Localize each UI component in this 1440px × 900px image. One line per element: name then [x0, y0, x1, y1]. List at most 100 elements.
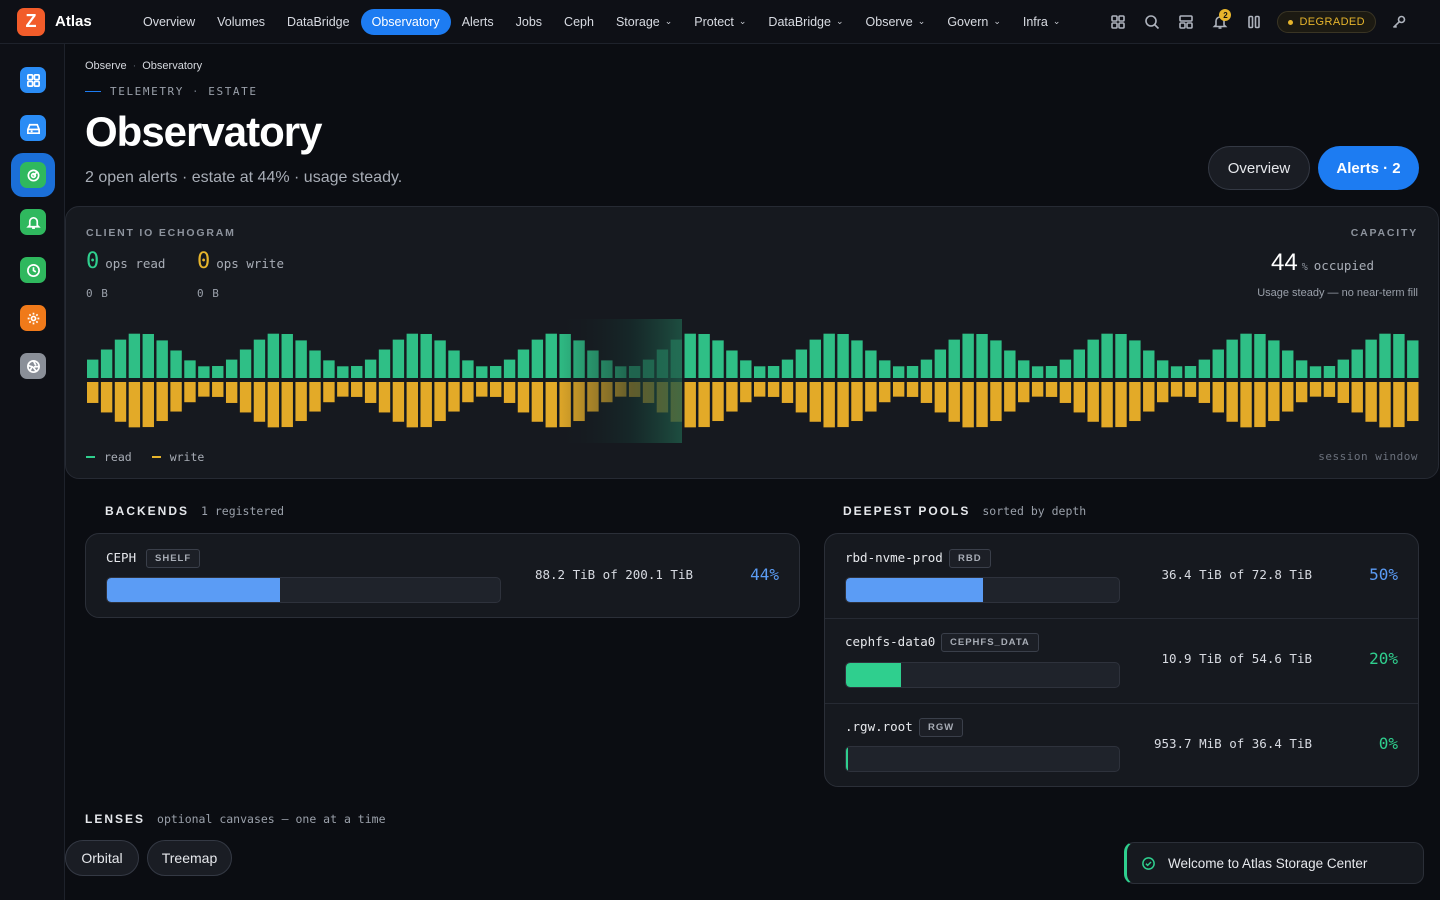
overview-button[interactable]: Overview — [1208, 146, 1310, 190]
layout-icon[interactable] — [1169, 5, 1203, 39]
nav-infra-menu[interactable]: Infra ⌄ — [1012, 9, 1072, 35]
read-bar — [795, 349, 808, 378]
read-bar — [837, 333, 849, 378]
read-bar — [851, 340, 863, 378]
nav-jobs[interactable]: Jobs — [505, 9, 553, 35]
write-bar — [1198, 382, 1211, 403]
sidebar-item-jobs[interactable] — [11, 248, 55, 292]
pool-amount: 10.9 TiB of 54.6 TiB — [1161, 651, 1312, 666]
write-bar — [1295, 382, 1308, 403]
write-bar — [503, 382, 516, 403]
sidebar-item-dashboard[interactable] — [11, 58, 55, 102]
capacity-word: occupied — [1313, 258, 1374, 273]
nav-overview[interactable]: Overview — [132, 9, 206, 35]
backend-tag: SHELF — [146, 549, 201, 568]
nav-volumes[interactable]: Volumes — [206, 9, 276, 35]
breadcrumb-observatory[interactable]: Observatory — [142, 60, 202, 72]
nav-label: Alerts — [461, 14, 494, 29]
nav-storage-menu[interactable]: Storage ⌄ — [605, 9, 683, 35]
sidebar-item-alerts[interactable] — [11, 200, 55, 244]
write-bar — [1282, 382, 1294, 412]
write-bar — [1087, 382, 1099, 422]
write-bar — [295, 382, 307, 422]
read-bar — [1156, 360, 1169, 378]
write-bar — [406, 382, 418, 428]
read-bar — [1365, 339, 1377, 378]
write-bar — [1031, 382, 1044, 397]
nav-label: Infra — [1022, 14, 1048, 29]
read-unit: ops read — [105, 256, 166, 271]
pool-name: .rgw.root — [845, 719, 913, 734]
read-bar — [142, 333, 154, 378]
read-bar — [1073, 349, 1085, 378]
write-bar — [892, 382, 905, 397]
grid-icon[interactable] — [1101, 5, 1135, 39]
read-bar — [1268, 340, 1280, 378]
read-bar — [684, 333, 696, 378]
nav-observatory[interactable]: Observatory — [360, 8, 451, 35]
echogram-chart — [87, 319, 1419, 443]
read-bar — [1295, 360, 1308, 378]
chevron-down-icon: ⌄ — [1052, 16, 1061, 26]
read-bar — [1240, 333, 1252, 378]
read-bar — [364, 359, 377, 378]
nav-databridge[interactable]: DataBridge — [276, 9, 361, 35]
write-bar — [212, 382, 224, 397]
write-bar — [740, 382, 752, 403]
nav-databridge-menu[interactable]: DataBridge ⌄ — [757, 9, 854, 35]
orbital-lens-button[interactable]: Orbital — [65, 840, 139, 876]
welcome-toast[interactable]: Welcome to Atlas Storage Center — [1124, 842, 1424, 884]
sidebar-item-settings[interactable] — [11, 296, 55, 340]
write-bar — [198, 382, 210, 397]
columns-icon[interactable] — [1237, 5, 1271, 39]
treemap-lens-button[interactable]: Treemap — [147, 840, 232, 876]
write-bytes: 0 B — [197, 287, 220, 300]
read-bar — [1309, 366, 1322, 378]
write-bar — [698, 382, 710, 428]
read-bar — [323, 360, 335, 378]
nav-ceph[interactable]: Ceph — [553, 9, 605, 35]
sidebar-item-volumes[interactable] — [11, 106, 55, 150]
legend-read: read — [86, 450, 132, 464]
sidebar-item-observatory[interactable] — [11, 153, 55, 197]
toolbar: 2 DEGRADED — [1101, 0, 1416, 44]
nav-label: Protect — [694, 14, 734, 29]
key-icon[interactable] — [1382, 5, 1416, 39]
backends-card: CEPH SHELF 88.2 TiB of 200.1 TiB 44% — [85, 533, 800, 618]
write-bar — [1254, 382, 1266, 428]
gear-icon — [20, 305, 46, 331]
write-bar — [281, 382, 293, 428]
write-bar — [351, 382, 363, 397]
pool-amount: 953.7 MiB of 36.4 TiB — [1153, 736, 1312, 751]
eyebrow-telemetry: TELEMETRY — [110, 85, 185, 98]
write-bar — [1268, 382, 1280, 422]
sidebar-item-lens[interactable] — [11, 344, 55, 388]
breadcrumb-observe[interactable]: Observe — [85, 60, 127, 72]
write-bar — [489, 382, 502, 397]
pool-usage-bar — [845, 746, 1120, 772]
read-value: 0 — [86, 249, 100, 274]
page-title: Observatory — [85, 108, 322, 155]
brand[interactable]: Z Atlas — [17, 7, 132, 36]
nav-protect-menu[interactable]: Protect ⌄ — [683, 9, 757, 35]
legend-write-label: write — [169, 450, 205, 464]
bell-icon[interactable]: 2 — [1203, 5, 1237, 39]
read-bar — [865, 350, 877, 378]
write-bar — [948, 382, 960, 422]
breadcrumb: Observe · Observatory — [85, 60, 202, 72]
pool-usage-fill — [846, 747, 848, 771]
read-bar — [1198, 359, 1211, 378]
nav-govern-menu[interactable]: Govern ⌄ — [936, 9, 1012, 35]
read-bar — [1115, 333, 1127, 378]
nav-alerts[interactable]: Alerts — [451, 9, 505, 35]
pool-tag: CEPHFS_DATA — [941, 633, 1039, 652]
read-bar — [1337, 359, 1350, 378]
session-window-label: session window — [1318, 450, 1418, 463]
legend-write: write — [151, 450, 205, 464]
read-bar — [503, 359, 516, 378]
status-badge[interactable]: DEGRADED — [1277, 11, 1376, 33]
nav-observe-menu[interactable]: Observe ⌄ — [855, 9, 937, 35]
search-icon[interactable] — [1135, 5, 1169, 39]
alerts-button[interactable]: Alerts · 2 — [1318, 146, 1419, 190]
capacity-metric: 44 % occupied — [1271, 249, 1374, 277]
